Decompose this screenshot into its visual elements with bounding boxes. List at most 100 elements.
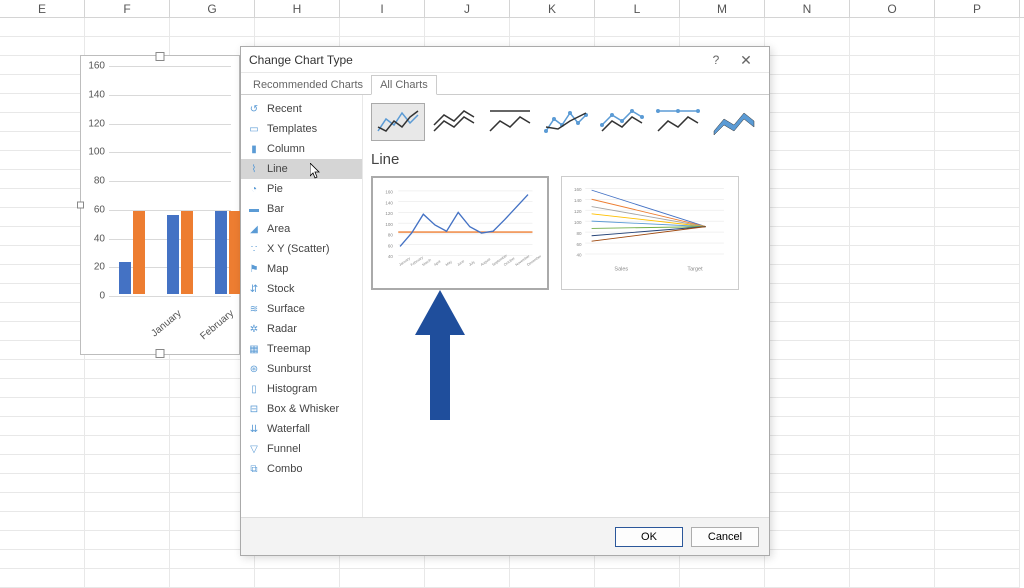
bar-target[interactable] bbox=[181, 211, 193, 294]
cell[interactable] bbox=[85, 398, 170, 417]
cell[interactable] bbox=[0, 531, 85, 550]
col-header[interactable]: K bbox=[510, 0, 595, 17]
sidebar-item-histogram[interactable]: ▯Histogram bbox=[241, 379, 362, 399]
cell[interactable] bbox=[850, 208, 935, 227]
cell[interactable] bbox=[765, 94, 850, 113]
cell[interactable] bbox=[255, 569, 340, 588]
cell[interactable] bbox=[935, 322, 1020, 341]
cell[interactable] bbox=[850, 113, 935, 132]
cell[interactable] bbox=[85, 417, 170, 436]
cell[interactable] bbox=[935, 341, 1020, 360]
sidebar-item-line[interactable]: ⌇Line bbox=[241, 159, 362, 179]
cell[interactable] bbox=[765, 113, 850, 132]
cell[interactable] bbox=[0, 18, 85, 37]
subtype-3d-line[interactable] bbox=[707, 103, 761, 141]
subtype-100-stacked-line[interactable] bbox=[483, 103, 537, 141]
col-header[interactable]: P bbox=[935, 0, 1020, 17]
ok-button[interactable]: OK bbox=[615, 527, 683, 547]
cell[interactable] bbox=[0, 208, 85, 227]
subtype-stacked-line[interactable] bbox=[427, 103, 481, 141]
cell[interactable] bbox=[680, 569, 765, 588]
cell[interactable] bbox=[765, 322, 850, 341]
sidebar-item-templates[interactable]: ▭Templates bbox=[241, 119, 362, 139]
sidebar-item-bar[interactable]: ▬Bar bbox=[241, 199, 362, 219]
cell[interactable] bbox=[0, 170, 85, 189]
help-button[interactable]: ? bbox=[701, 47, 731, 73]
sidebar-item-radar[interactable]: ✲Radar bbox=[241, 319, 362, 339]
cell[interactable] bbox=[0, 227, 85, 246]
cell[interactable] bbox=[850, 284, 935, 303]
cell[interactable] bbox=[765, 455, 850, 474]
subtype-stacked-line-markers[interactable] bbox=[595, 103, 649, 141]
subtype-line[interactable] bbox=[371, 103, 425, 141]
chart-preview-1[interactable]: 160 140 120 100 80 60 40 JanuaryFebruary… bbox=[371, 176, 549, 290]
embedded-bar-chart[interactable]: 020406080100120140160JanuaryFebruaryM bbox=[80, 55, 240, 355]
sidebar-item-stock[interactable]: ⇵Stock bbox=[241, 279, 362, 299]
cell[interactable] bbox=[765, 341, 850, 360]
cell[interactable] bbox=[935, 379, 1020, 398]
cell[interactable] bbox=[765, 417, 850, 436]
cell[interactable] bbox=[935, 75, 1020, 94]
cell[interactable] bbox=[0, 246, 85, 265]
cell[interactable] bbox=[935, 227, 1020, 246]
cell[interactable] bbox=[850, 170, 935, 189]
cell[interactable] bbox=[765, 360, 850, 379]
cell[interactable] bbox=[850, 398, 935, 417]
cell[interactable] bbox=[765, 493, 850, 512]
cell[interactable] bbox=[765, 398, 850, 417]
resize-handle[interactable] bbox=[77, 202, 84, 209]
cell[interactable] bbox=[85, 493, 170, 512]
col-header[interactable]: I bbox=[340, 0, 425, 17]
cell[interactable] bbox=[935, 113, 1020, 132]
cell[interactable] bbox=[850, 455, 935, 474]
cell[interactable] bbox=[680, 18, 765, 37]
cell[interactable] bbox=[935, 189, 1020, 208]
cell[interactable] bbox=[850, 322, 935, 341]
cell[interactable] bbox=[255, 18, 340, 37]
bar-sales[interactable] bbox=[167, 215, 179, 294]
sidebar-item-x-y-scatter-[interactable]: ∵X Y (Scatter) bbox=[241, 239, 362, 259]
cell[interactable] bbox=[850, 341, 935, 360]
cell[interactable] bbox=[170, 18, 255, 37]
col-header[interactable]: O bbox=[850, 0, 935, 17]
cell[interactable] bbox=[765, 132, 850, 151]
cell[interactable] bbox=[595, 18, 680, 37]
tab-all-charts[interactable]: All Charts bbox=[371, 75, 437, 95]
cell[interactable] bbox=[935, 398, 1020, 417]
cell[interactable] bbox=[765, 189, 850, 208]
cell[interactable] bbox=[765, 550, 850, 569]
cell[interactable] bbox=[935, 360, 1020, 379]
cell[interactable] bbox=[935, 37, 1020, 56]
cell[interactable] bbox=[85, 569, 170, 588]
cell[interactable] bbox=[510, 18, 595, 37]
cell[interactable] bbox=[765, 246, 850, 265]
sidebar-item-surface[interactable]: ≋Surface bbox=[241, 299, 362, 319]
cell[interactable] bbox=[0, 151, 85, 170]
cell[interactable] bbox=[425, 569, 510, 588]
cell[interactable] bbox=[85, 531, 170, 550]
subtype-100-stacked-line-markers[interactable] bbox=[651, 103, 705, 141]
cell[interactable] bbox=[0, 512, 85, 531]
cell[interactable] bbox=[850, 75, 935, 94]
cell[interactable] bbox=[85, 455, 170, 474]
sidebar-item-pie[interactable]: ◔Pie bbox=[241, 179, 362, 199]
bar-sales[interactable] bbox=[119, 262, 131, 294]
cell[interactable] bbox=[0, 341, 85, 360]
cell[interactable] bbox=[765, 531, 850, 550]
cell[interactable] bbox=[765, 18, 850, 37]
cell[interactable] bbox=[850, 417, 935, 436]
cell[interactable] bbox=[850, 531, 935, 550]
cell[interactable] bbox=[850, 189, 935, 208]
cell[interactable] bbox=[85, 436, 170, 455]
cell[interactable] bbox=[935, 455, 1020, 474]
cell[interactable] bbox=[935, 246, 1020, 265]
tab-recommended[interactable]: Recommended Charts bbox=[245, 76, 371, 94]
sidebar-item-column[interactable]: ▮Column bbox=[241, 139, 362, 159]
cancel-button[interactable]: Cancel bbox=[691, 527, 759, 547]
cell[interactable] bbox=[0, 322, 85, 341]
col-header[interactable]: L bbox=[595, 0, 680, 17]
cell[interactable] bbox=[765, 170, 850, 189]
cell[interactable] bbox=[510, 569, 595, 588]
cell[interactable] bbox=[0, 284, 85, 303]
close-button[interactable]: ✕ bbox=[731, 47, 761, 73]
